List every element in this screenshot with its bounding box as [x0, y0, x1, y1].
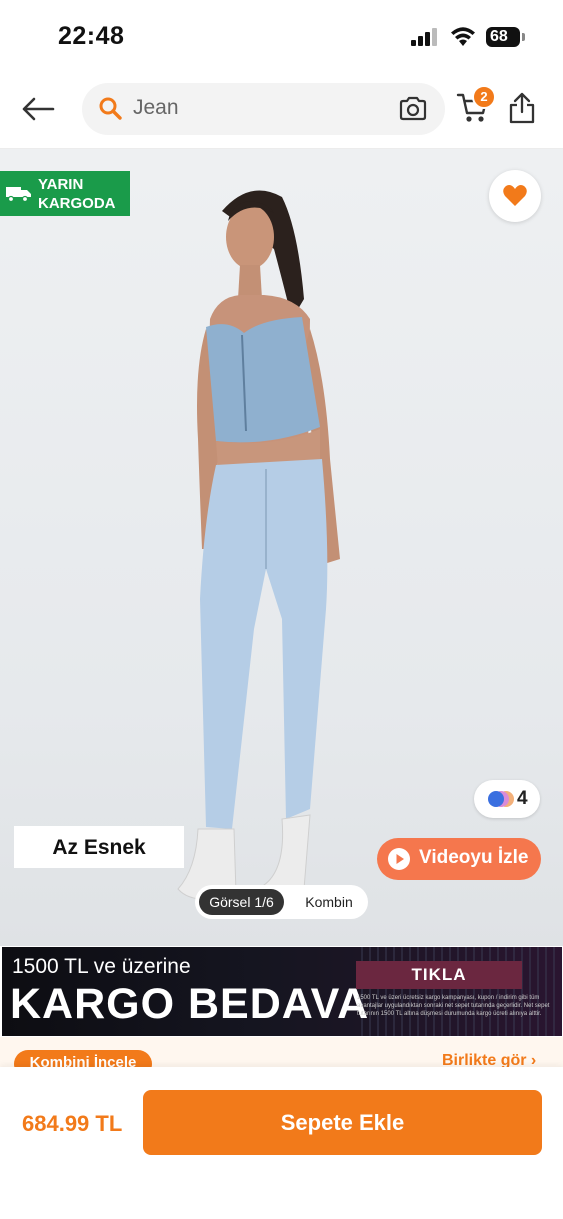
shipping-badge-line2: KARGODA	[38, 195, 116, 212]
status-time: 22:48	[58, 22, 125, 50]
product-price: 684.99 TL	[22, 1111, 123, 1136]
cellular-signal-icon	[411, 28, 437, 46]
banner-subtitle: 1500 TL ve üzerine	[12, 955, 191, 978]
camera-search-icon[interactable]	[398, 95, 428, 123]
status-bar: 22:48 68	[0, 0, 563, 72]
share-icon[interactable]	[508, 91, 536, 125]
view-kombin-button[interactable]: Kombini İncele	[14, 1050, 152, 1067]
color-options-button[interactable]: 4	[474, 780, 540, 818]
favorite-button[interactable]	[489, 170, 541, 222]
heart-icon	[503, 185, 527, 206]
search-bar[interactable]: Jean	[82, 83, 445, 135]
arrow-left-icon	[22, 97, 55, 121]
shipping-badge-text: YARIN KARGODA	[38, 175, 116, 213]
chevron-right-icon: ›	[530, 1052, 537, 1067]
banner-title: KARGO BEDAVA	[10, 980, 370, 1028]
tab-gallery[interactable]: Görsel 1/6	[199, 889, 284, 915]
cart-count-badge: 2	[472, 85, 496, 109]
battery-cap	[522, 33, 525, 41]
color-swatches-icon	[488, 791, 514, 807]
search-input[interactable]: Jean	[133, 96, 179, 120]
wifi-icon	[451, 27, 475, 46]
see-together-label: Birlikte gör	[442, 1052, 527, 1067]
product-image-gallery[interactable]: YARIN KARGODA 4 Az Esnek Videoyu İzle Gö…	[0, 149, 563, 946]
play-icon	[388, 848, 410, 870]
watch-video-button[interactable]: Videoyu İzle	[377, 838, 541, 880]
free-shipping-banner[interactable]: 1500 TL ve üzerine KARGO BEDAVA TIKLA 15…	[2, 947, 562, 1036]
see-together-link[interactable]: Birlikte gör ›	[442, 1052, 536, 1067]
battery-level: 68	[486, 27, 520, 47]
product-photo	[177, 190, 340, 900]
banner-fine-print: 1500 TL ve üzeri ücretsiz kargo kampanya…	[357, 995, 550, 1017]
shipping-badge-line1: YARIN	[38, 176, 84, 193]
bottom-action-bar: 684.99 TL Sepete Ekle	[0, 1067, 563, 1219]
truck-icon	[6, 187, 31, 203]
stretch-label: Az Esnek	[52, 836, 146, 859]
add-to-cart-button[interactable]: Sepete Ekle	[143, 1090, 542, 1155]
top-nav: Jean 2	[0, 72, 563, 149]
next-day-shipping-badge: YARIN KARGODA	[0, 171, 130, 216]
back-button[interactable]	[18, 89, 58, 129]
image-tabs: Görsel 1/6 Kombin	[195, 885, 368, 919]
search-icon	[99, 97, 122, 120]
tab-kombin[interactable]: Kombin	[294, 889, 364, 915]
watch-video-label: Videoyu İzle	[419, 847, 529, 868]
banner-cta-button[interactable]: TIKLA	[356, 961, 522, 989]
color-count: 4	[517, 788, 528, 809]
stretch-label-badge: Az Esnek	[14, 826, 184, 868]
kombin-row: Kombini İncele Birlikte gör ›	[0, 1037, 563, 1067]
